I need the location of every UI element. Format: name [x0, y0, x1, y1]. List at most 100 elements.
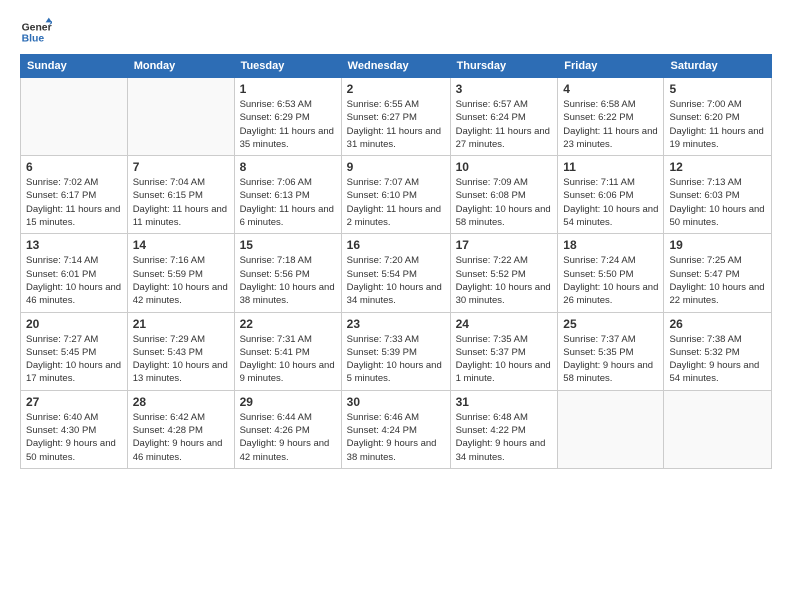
day-info: Sunrise: 7:24 AMSunset: 5:50 PMDaylight:… — [563, 254, 658, 307]
day-info: Sunrise: 7:27 AMSunset: 5:45 PMDaylight:… — [26, 333, 122, 386]
day-info: Sunrise: 7:35 AMSunset: 5:37 PMDaylight:… — [456, 333, 553, 386]
day-number: 11 — [563, 160, 658, 174]
logo-icon: General Blue — [20, 16, 52, 48]
calendar-day-24: 24 Sunrise: 7:35 AMSunset: 5:37 PMDayligh… — [450, 312, 558, 390]
calendar-day-15: 15 Sunrise: 7:18 AMSunset: 5:56 PMDayligh… — [234, 234, 341, 312]
calendar-day-14: 14 Sunrise: 7:16 AMSunset: 5:59 PMDayligh… — [127, 234, 234, 312]
day-number: 24 — [456, 317, 553, 331]
svg-text:General: General — [22, 22, 52, 33]
day-number: 8 — [240, 160, 336, 174]
logo: General Blue — [20, 16, 52, 48]
day-number: 29 — [240, 395, 336, 409]
day-info: Sunrise: 7:11 AMSunset: 6:06 PMDaylight:… — [563, 176, 658, 229]
day-info: Sunrise: 7:18 AMSunset: 5:56 PMDaylight:… — [240, 254, 336, 307]
calendar-day-29: 29 Sunrise: 6:44 AMSunset: 4:26 PMDayligh… — [234, 390, 341, 468]
day-info: Sunrise: 6:44 AMSunset: 4:26 PMDaylight:… — [240, 411, 336, 464]
calendar-week-2: 6 Sunrise: 7:02 AMSunset: 6:17 PMDaylight… — [21, 156, 772, 234]
day-number: 3 — [456, 82, 553, 96]
calendar-day-7: 7 Sunrise: 7:04 AMSunset: 6:15 PMDaylight… — [127, 156, 234, 234]
day-info: Sunrise: 7:14 AMSunset: 6:01 PMDaylight:… — [26, 254, 122, 307]
calendar-week-4: 20 Sunrise: 7:27 AMSunset: 5:45 PMDayligh… — [21, 312, 772, 390]
calendar-day-25: 25Sunrise: 7:37 AMSunset: 5:35 PMDayligh… — [558, 312, 664, 390]
calendar-day-8: 8 Sunrise: 7:06 AMSunset: 6:13 PMDaylight… — [234, 156, 341, 234]
day-number: 27 — [26, 395, 122, 409]
day-number: 30 — [347, 395, 445, 409]
day-info: Sunrise: 7:06 AMSunset: 6:13 PMDaylight:… — [240, 176, 336, 229]
day-info: Sunrise: 6:46 AMSunset: 4:24 PMDaylight:… — [347, 411, 445, 464]
day-info: Sunrise: 6:42 AMSunset: 4:28 PMDaylight:… — [133, 411, 229, 464]
svg-text:Blue: Blue — [22, 34, 45, 45]
day-number: 5 — [669, 82, 766, 96]
calendar-header-row: SundayMondayTuesdayWednesdayThursdayFrid… — [21, 55, 772, 78]
calendar-day-empty — [664, 390, 772, 468]
day-header-tuesday: Tuesday — [234, 55, 341, 78]
calendar-day-26: 26 Sunrise: 7:38 AMSunset: 5:32 PMDayligh… — [664, 312, 772, 390]
day-info: Sunrise: 7:09 AMSunset: 6:08 PMDaylight:… — [456, 176, 553, 229]
calendar-day-19: 19 Sunrise: 7:25 AMSunset: 5:47 PMDayligh… — [664, 234, 772, 312]
day-info: Sunrise: 7:29 AMSunset: 5:43 PMDaylight:… — [133, 333, 229, 386]
day-info: Sunrise: 7:22 AMSunset: 5:52 PMDaylight:… — [456, 254, 553, 307]
day-info: Sunrise: 6:55 AMSunset: 6:27 PMDaylight:… — [347, 98, 445, 151]
calendar-day-6: 6 Sunrise: 7:02 AMSunset: 6:17 PMDaylight… — [21, 156, 128, 234]
calendar-day-27: 27 Sunrise: 6:40 AMSunset: 4:30 PMDayligh… — [21, 390, 128, 468]
calendar-day-31: 31 Sunrise: 6:48 AMSunset: 4:22 PMDayligh… — [450, 390, 558, 468]
calendar-day-30: 30 Sunrise: 6:46 AMSunset: 4:24 PMDayligh… — [341, 390, 450, 468]
day-number: 16 — [347, 238, 445, 252]
day-info: Sunrise: 7:13 AMSunset: 6:03 PMDaylight:… — [669, 176, 766, 229]
day-header-sunday: Sunday — [21, 55, 128, 78]
day-number: 20 — [26, 317, 122, 331]
day-info: Sunrise: 6:40 AMSunset: 4:30 PMDaylight:… — [26, 411, 122, 464]
day-info: Sunrise: 7:31 AMSunset: 5:41 PMDaylight:… — [240, 333, 336, 386]
calendar-day-1: 1Sunrise: 6:53 AMSunset: 6:29 PMDaylight… — [234, 78, 341, 156]
calendar-table: SundayMondayTuesdayWednesdayThursdayFrid… — [20, 54, 772, 469]
day-header-saturday: Saturday — [664, 55, 772, 78]
calendar-day-empty — [21, 78, 128, 156]
calendar-day-12: 12 Sunrise: 7:13 AMSunset: 6:03 PMDayligh… — [664, 156, 772, 234]
day-number: 13 — [26, 238, 122, 252]
day-number: 28 — [133, 395, 229, 409]
day-header-wednesday: Wednesday — [341, 55, 450, 78]
calendar-day-28: 28 Sunrise: 6:42 AMSunset: 4:28 PMDayligh… — [127, 390, 234, 468]
calendar-day-3: 3Sunrise: 6:57 AMSunset: 6:24 PMDaylight… — [450, 78, 558, 156]
day-number: 15 — [240, 238, 336, 252]
day-number: 23 — [347, 317, 445, 331]
calendar-day-empty — [127, 78, 234, 156]
day-number: 19 — [669, 238, 766, 252]
day-info: Sunrise: 7:20 AMSunset: 5:54 PMDaylight:… — [347, 254, 445, 307]
day-info: Sunrise: 7:07 AMSunset: 6:10 PMDaylight:… — [347, 176, 445, 229]
day-info: Sunrise: 7:38 AMSunset: 5:32 PMDaylight:… — [669, 333, 766, 386]
day-info: Sunrise: 6:53 AMSunset: 6:29 PMDaylight:… — [240, 98, 336, 151]
calendar-day-20: 20 Sunrise: 7:27 AMSunset: 5:45 PMDayligh… — [21, 312, 128, 390]
day-number: 26 — [669, 317, 766, 331]
calendar-week-3: 13 Sunrise: 7:14 AMSunset: 6:01 PMDayligh… — [21, 234, 772, 312]
day-number: 12 — [669, 160, 766, 174]
day-number: 4 — [563, 82, 658, 96]
day-info: Sunrise: 7:16 AMSunset: 5:59 PMDaylight:… — [133, 254, 229, 307]
day-info: Sunrise: 7:02 AMSunset: 6:17 PMDaylight:… — [26, 176, 122, 229]
day-info: Sunrise: 7:00 AMSunset: 6:20 PMDaylight:… — [669, 98, 766, 151]
calendar-week-5: 27 Sunrise: 6:40 AMSunset: 4:30 PMDayligh… — [21, 390, 772, 468]
day-number: 21 — [133, 317, 229, 331]
day-info: Sunrise: 7:25 AMSunset: 5:47 PMDaylight:… — [669, 254, 766, 307]
calendar-day-18: 18Sunrise: 7:24 AMSunset: 5:50 PMDayligh… — [558, 234, 664, 312]
day-info: Sunrise: 7:04 AMSunset: 6:15 PMDaylight:… — [133, 176, 229, 229]
day-number: 9 — [347, 160, 445, 174]
calendar-day-21: 21 Sunrise: 7:29 AMSunset: 5:43 PMDayligh… — [127, 312, 234, 390]
day-number: 7 — [133, 160, 229, 174]
calendar-week-1: 1Sunrise: 6:53 AMSunset: 6:29 PMDaylight… — [21, 78, 772, 156]
calendar-day-empty — [558, 390, 664, 468]
calendar-day-17: 17Sunrise: 7:22 AMSunset: 5:52 PMDayligh… — [450, 234, 558, 312]
day-number: 2 — [347, 82, 445, 96]
calendar-day-4: 4 Sunrise: 6:58 AMSunset: 6:22 PMDaylight… — [558, 78, 664, 156]
day-number: 14 — [133, 238, 229, 252]
day-info: Sunrise: 6:48 AMSunset: 4:22 PMDaylight:… — [456, 411, 553, 464]
calendar-day-9: 9 Sunrise: 7:07 AMSunset: 6:10 PMDaylight… — [341, 156, 450, 234]
day-header-thursday: Thursday — [450, 55, 558, 78]
day-number: 6 — [26, 160, 122, 174]
day-info: Sunrise: 7:33 AMSunset: 5:39 PMDaylight:… — [347, 333, 445, 386]
day-info: Sunrise: 6:58 AMSunset: 6:22 PMDaylight:… — [563, 98, 658, 151]
calendar-day-10: 10Sunrise: 7:09 AMSunset: 6:08 PMDayligh… — [450, 156, 558, 234]
day-header-monday: Monday — [127, 55, 234, 78]
day-header-friday: Friday — [558, 55, 664, 78]
day-number: 31 — [456, 395, 553, 409]
